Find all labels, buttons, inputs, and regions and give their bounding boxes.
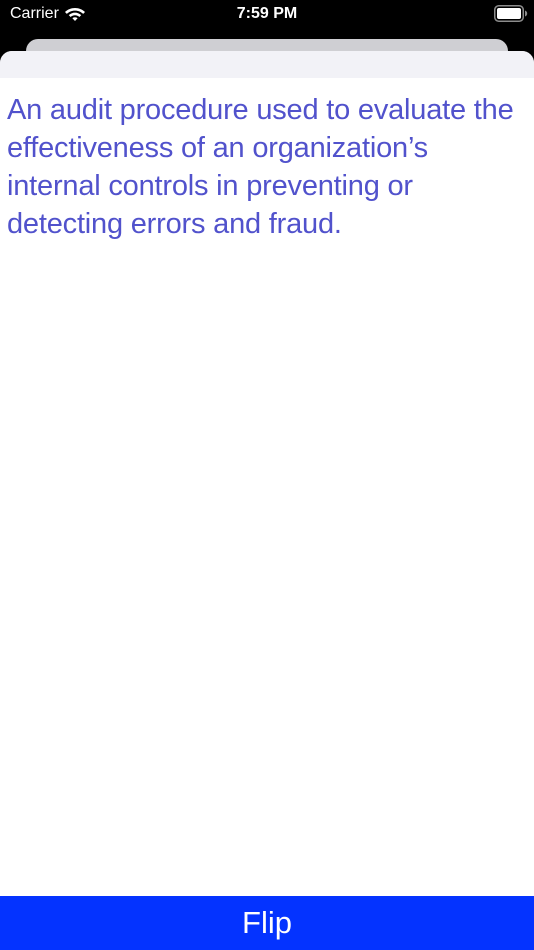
battery-full-icon: [494, 5, 528, 22]
flashcard-sheet: An audit procedure used to evaluate the …: [0, 51, 534, 950]
status-time: 7:59 PM: [236, 5, 298, 22]
status-bar: Carrier 7:59 PM: [0, 0, 534, 40]
flip-button[interactable]: Flip: [0, 896, 534, 950]
card-definition-text: An audit procedure used to evaluate the …: [7, 94, 514, 240]
sheet-header: [0, 51, 534, 78]
